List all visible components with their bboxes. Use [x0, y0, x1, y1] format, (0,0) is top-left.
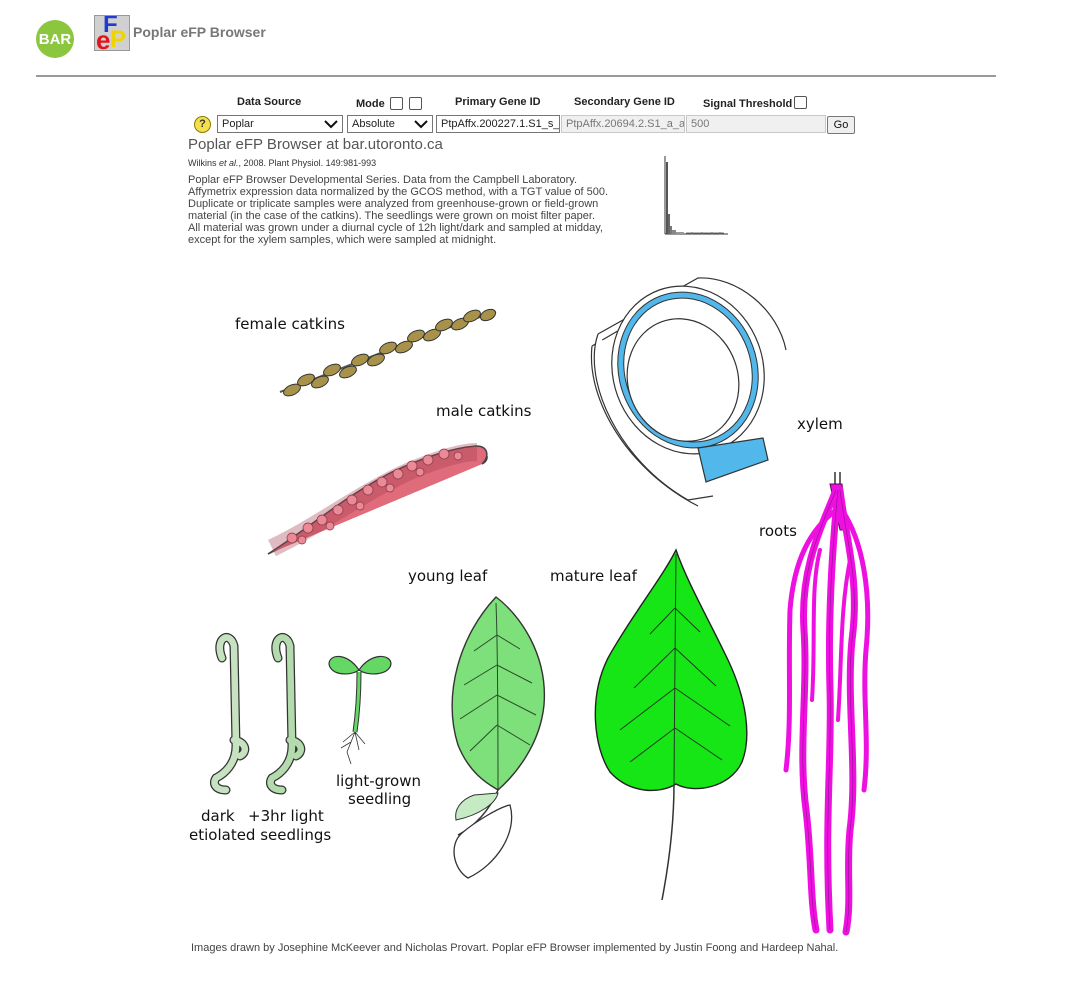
mature-leaf[interactable] [590, 548, 750, 903]
primary-gene-label: Primary Gene ID [455, 96, 541, 108]
efp-logo[interactable]: F e P [94, 15, 130, 51]
mode-checkbox-2[interactable] [409, 97, 422, 110]
signal-threshold-checkbox[interactable] [794, 96, 807, 109]
mature-leaf-label: mature leaf [550, 567, 637, 585]
description-line: Duplicate or triplicate samples were ana… [188, 198, 599, 210]
citation: Wilkins et al., 2008. Plant Physiol. 149… [188, 158, 377, 168]
light-grown-seedling[interactable] [325, 648, 395, 768]
roots[interactable] [780, 470, 875, 940]
female-catkins-label: female catkins [235, 315, 345, 333]
help-icon[interactable]: ? [194, 116, 211, 133]
etiolated-seedlings[interactable] [200, 628, 320, 798]
mode-checkbox-1[interactable] [390, 97, 403, 110]
data-source-label: Data Source [237, 96, 302, 108]
mode-value: Absolute [352, 118, 395, 130]
chevron-down-icon [414, 119, 428, 128]
credits-footer: Images drawn by Josephine McKeever and N… [191, 942, 839, 954]
young-leaf-label: young leaf [408, 567, 488, 585]
light-grown-label-2: seedling [348, 790, 412, 808]
description-line: Poplar eFP Browser Developmental Series.… [188, 174, 578, 186]
mode-label: Mode [356, 98, 385, 110]
signal-threshold-label: Signal Threshold [703, 98, 793, 110]
description-line: All material was grown under a diurnal c… [188, 222, 603, 234]
secondary-gene-input[interactable]: PtpAffx.20694.2.S1_a_a [561, 115, 685, 133]
light-grown-label-1: light-grown [336, 772, 421, 790]
view-title: Poplar eFP Browser at bar.utoronto.ca [188, 136, 443, 153]
description-line: Affymetrix expression data normalized by… [188, 186, 609, 198]
bar-logo[interactable]: BAR [36, 20, 74, 58]
description-line: except for the xylem samples, which were… [188, 234, 497, 246]
bar-logo-text: BAR [38, 30, 72, 48]
etiolated-seedlings-label: etiolated seedlings [189, 826, 332, 844]
data-source-select[interactable]: Poplar [217, 115, 343, 133]
expression-histogram[interactable] [662, 154, 730, 238]
xylem-label: xylem [797, 415, 843, 433]
primary-gene-input[interactable]: PtpAffx.200227.1.S1_s_ [436, 115, 560, 133]
young-leaf[interactable] [440, 595, 560, 880]
light3hr-label: +3hr light [248, 807, 324, 825]
secondary-gene-label: Secondary Gene ID [574, 96, 675, 108]
header-divider [36, 75, 996, 77]
signal-threshold-input[interactable]: 500 [686, 115, 826, 133]
mode-select[interactable]: Absolute [347, 115, 433, 133]
description-line: material (in the case of the catkins). T… [188, 210, 595, 222]
chevron-down-icon [324, 119, 338, 128]
data-source-value: Poplar [222, 118, 254, 130]
roots-label: roots [759, 522, 797, 540]
male-catkins[interactable] [262, 430, 492, 560]
app-title: Poplar eFP Browser [133, 24, 266, 40]
male-catkins-label: male catkins [436, 402, 532, 420]
go-button[interactable]: Go [827, 116, 855, 134]
xylem[interactable] [588, 270, 793, 510]
dark-label: dark [201, 807, 235, 825]
